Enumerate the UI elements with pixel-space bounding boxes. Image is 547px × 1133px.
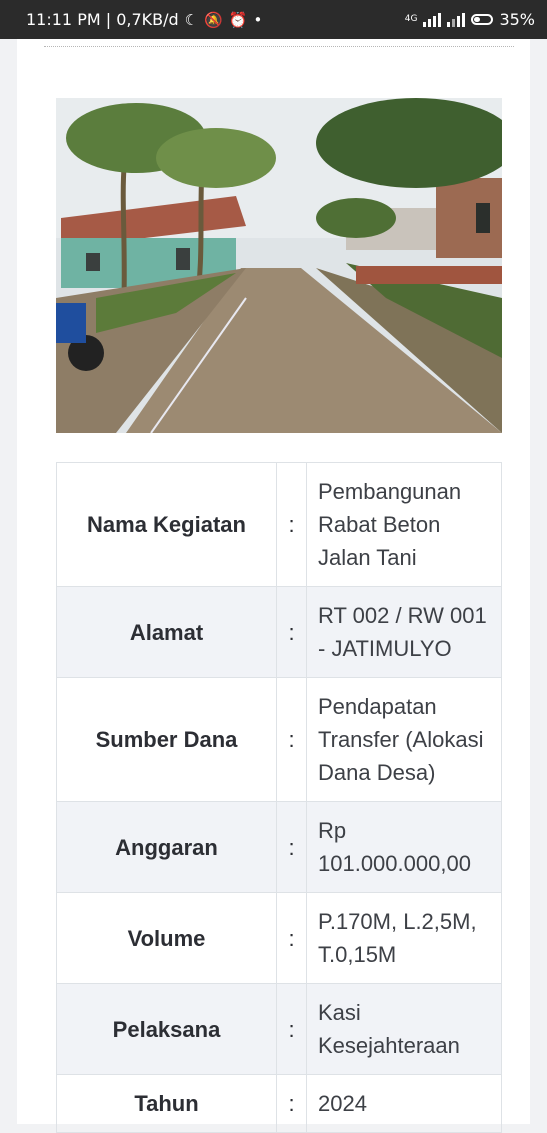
table-row: Pelaksana : Kasi Kesejahteraan: [56, 983, 502, 1075]
row-separator: :: [276, 677, 307, 802]
village-road-photo-icon: [56, 98, 502, 433]
table-row: Sumber Dana : Pendapatan Transfer (Aloka…: [56, 677, 502, 802]
battery-icon: [471, 14, 494, 25]
row-value: Rp 101.000.000,00: [306, 801, 502, 893]
row-label: Alamat: [56, 586, 277, 678]
row-label: Sumber Dana: [56, 677, 277, 802]
row-separator: :: [276, 801, 307, 893]
status-time: 11:11 PM | 0,7KB/d: [26, 10, 179, 29]
signal-icon: [423, 12, 442, 27]
activity-photo: [56, 98, 502, 433]
mute-icon: 🔕: [204, 10, 223, 29]
alarm-icon: ⏰: [228, 10, 248, 29]
row-separator: :: [276, 892, 307, 984]
row-value: Pendapatan Transfer (Alokasi Dana Desa): [306, 677, 502, 802]
row-value: P.170M, L.2,5M, T.0,15M: [306, 892, 502, 984]
network-type: 4G: [404, 14, 418, 24]
row-value: RT 002 / RW 001 - JATIMULYO: [306, 586, 502, 678]
moon-icon: ☾: [184, 10, 199, 29]
status-bar: 11:11 PM | 0,7KB/d ☾ 🔕 ⏰ • 4G 35%: [0, 0, 547, 39]
row-label: Volume: [56, 892, 277, 984]
table-row: Nama Kegiatan : Pembangunan Rabat Beton …: [56, 462, 502, 587]
row-separator: :: [276, 586, 307, 678]
table-row: Anggaran : Rp 101.000.000,00: [56, 801, 502, 893]
divider: [44, 46, 514, 47]
row-label: Anggaran: [56, 801, 277, 893]
row-label: Pelaksana: [56, 983, 277, 1075]
signal-icon-2: [447, 12, 466, 27]
row-separator: :: [276, 462, 307, 587]
row-value: Kasi Kesejahteraan: [306, 983, 502, 1075]
row-value: Pembangunan Rabat Beton Jalan Tani: [306, 462, 502, 587]
battery-percent: 35%: [499, 10, 535, 29]
row-label: Nama Kegiatan: [56, 462, 277, 587]
content-card: Nama Kegiatan : Pembangunan Rabat Beton …: [17, 39, 530, 1133]
activity-info-table: Nama Kegiatan : Pembangunan Rabat Beton …: [56, 462, 502, 1133]
row-separator: :: [276, 983, 307, 1075]
table-row: Volume : P.170M, L.2,5M, T.0,15M: [56, 892, 502, 984]
dot-icon: •: [253, 10, 263, 29]
table-row: Alamat : RT 002 / RW 001 - JATIMULYO: [56, 586, 502, 678]
